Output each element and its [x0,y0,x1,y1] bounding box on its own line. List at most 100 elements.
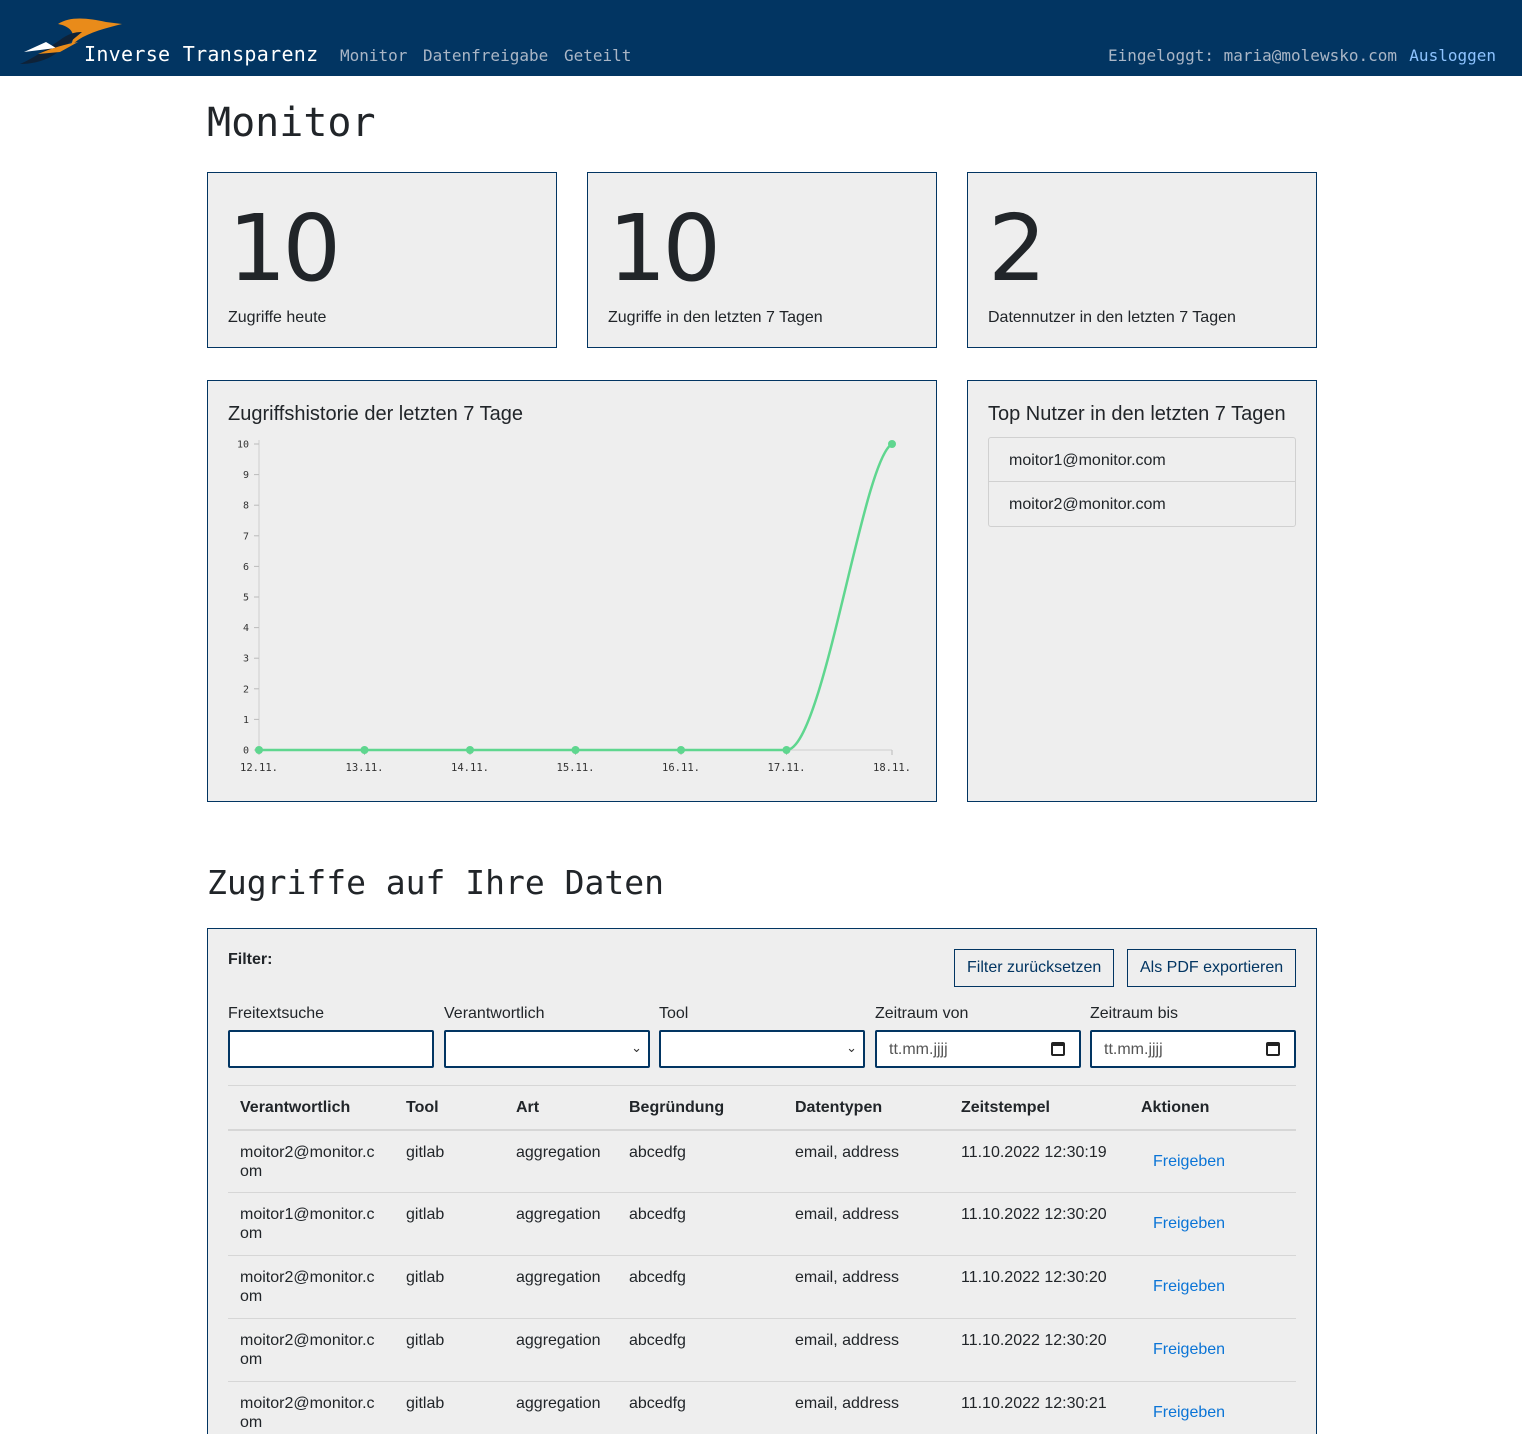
nav-monitor[interactable]: Monitor [340,46,407,65]
date-placeholder: tt.mm.jjjj [1104,1041,1163,1058]
series-line [259,442,893,752]
column-header[interactable]: Datentypen [783,1085,949,1131]
navbar: Inverse Transparenz Monitor Datenfreigab… [0,0,1522,76]
x-tick-label: 17.11. [768,762,806,774]
cell-datentypen: email, address [783,1129,949,1193]
data-point [255,746,263,754]
nav-datenfreigabe[interactable]: Datenfreigabe [423,46,548,65]
list-item[interactable]: moitor2@monitor.com [989,482,1295,526]
column-header[interactable]: Verantwortlich [228,1085,394,1131]
stat-label: Zugriffe heute [228,309,327,326]
y-tick-label: 2 [243,684,249,695]
cell-art: aggregation [504,1192,617,1256]
section-title: Zugriffe auf Ihre Daten [207,863,664,902]
freigeben-link[interactable]: Freigeben [1153,1153,1225,1170]
filter-label: Filter: [228,951,273,968]
freigeben-link[interactable]: Freigeben [1153,1341,1225,1358]
list-item[interactable]: moitor1@monitor.com [989,438,1295,482]
column-header[interactable]: Begründung [617,1085,783,1131]
cell-verantwortlich: moitor2@monitor.com [228,1129,394,1193]
access-table-card: Filter: Filter zurücksetzen Als PDF expo… [207,928,1317,1434]
cell-aktionen: Freigeben [1129,1318,1296,1382]
freigeben-link[interactable]: Freigeben [1153,1215,1225,1232]
calendar-icon[interactable] [1266,1042,1280,1056]
tool-label: Tool [659,1005,689,1022]
stat-card-today: 10 Zugriffe heute [207,172,557,348]
cell-aktionen: Freigeben [1129,1381,1296,1434]
data-point [360,746,369,754]
cell-datentypen: email, address [783,1381,949,1434]
cell-datentypen: email, address [783,1192,949,1256]
cell-verantwortlich: moitor2@monitor.com [228,1255,394,1319]
y-tick-label: 9 [243,470,249,481]
verantwortlich-select[interactable]: ⌄ [444,1030,650,1068]
cell-art: aggregation [504,1255,617,1319]
table-row: moitor2@monitor.com gitlab aggregation a… [228,1129,1296,1193]
x-tick-label: 12.11. [240,762,278,774]
export-pdf-button[interactable]: Als PDF exportieren [1127,949,1297,987]
zeitraum-bis-input[interactable]: tt.mm.jjjj [1090,1030,1296,1068]
data-point [571,746,580,754]
cell-verantwortlich: moitor1@monitor.com [228,1192,394,1256]
brand-name[interactable]: Inverse Transparenz [84,42,318,66]
cell-begruendung: abcedfg [617,1381,783,1434]
y-tick-label: 4 [243,623,249,634]
stat-card-7days: 10 Zugriffe in den letzten 7 Tagen [587,172,937,348]
x-tick-label: 18.11. [873,762,911,774]
cell-datentypen: email, address [783,1318,949,1382]
table-row: moitor1@monitor.com gitlab aggregation a… [228,1192,1296,1256]
column-header[interactable]: Tool [394,1085,504,1131]
calendar-icon[interactable] [1051,1042,1065,1056]
zeitraum-bis-label: Zeitraum bis [1090,1005,1179,1022]
cell-aktionen: Freigeben [1129,1255,1296,1319]
logged-in-user: Eingeloggt: maria@molewsko.com [1108,46,1397,65]
column-header[interactable]: Art [504,1085,617,1131]
y-tick-label: 3 [243,654,249,665]
cell-begruendung: abcedfg [617,1192,783,1256]
stat-value: 2 [988,195,1047,302]
logout-link[interactable]: Ausloggen [1409,46,1496,65]
nav-geteilt[interactable]: Geteilt [564,46,631,65]
zeitraum-von-input[interactable]: tt.mm.jjjj [875,1030,1081,1068]
reset-filter-button[interactable]: Filter zurücksetzen [954,949,1115,987]
history-chart-card: Zugriffshistorie der letzten 7 Tage 0123… [207,380,937,802]
column-header[interactable]: Zeitstempel [949,1085,1129,1131]
cell-aktionen: Freigeben [1129,1192,1296,1256]
cell-tool: gitlab [394,1255,504,1319]
cell-zeitstempel: 11.10.2022 12:30:20 [949,1318,1129,1382]
cell-aktionen: Freigeben [1129,1129,1296,1193]
zeitraum-von-label: Zeitraum von [875,1005,969,1022]
stat-value: 10 [228,195,341,302]
freitext-input[interactable] [228,1030,434,1068]
table-row: moitor2@monitor.com gitlab aggregation a… [228,1318,1296,1382]
cell-tool: gitlab [394,1129,504,1193]
chevron-down-icon: ⌄ [631,1040,642,1055]
cell-begruendung: abcedfg [617,1129,783,1193]
date-placeholder: tt.mm.jjjj [889,1041,948,1058]
cell-art: aggregation [504,1129,617,1193]
stat-value: 10 [608,195,721,302]
data-point [782,746,791,754]
tool-select[interactable]: ⌄ [659,1030,865,1068]
freigeben-link[interactable]: Freigeben [1153,1278,1225,1295]
x-tick-label: 14.11. [451,762,489,774]
data-point [466,746,474,754]
cell-tool: gitlab [394,1192,504,1256]
cell-zeitstempel: 11.10.2022 12:30:21 [949,1381,1129,1434]
page-title: Monitor [207,100,376,146]
x-tick-label: 13.11. [346,762,384,774]
freigeben-link[interactable]: Freigeben [1153,1404,1225,1421]
y-tick-label: 0 [243,746,249,757]
y-tick-label: 6 [243,562,249,573]
cell-begruendung: abcedfg [617,1318,783,1382]
stat-card-users: 2 Datennutzer in den letzten 7 Tagen [967,172,1317,348]
column-header: Aktionen [1129,1085,1296,1131]
cell-tool: gitlab [394,1381,504,1434]
top-users-list: moitor1@monitor.com moitor2@monitor.com [988,437,1296,527]
data-point [888,440,896,448]
chevron-down-icon: ⌄ [846,1040,857,1055]
cell-zeitstempel: 11.10.2022 12:30:20 [949,1192,1129,1256]
data-point [677,746,685,754]
stat-label: Zugriffe in den letzten 7 Tagen [608,309,823,326]
y-tick-label: 5 [243,593,249,604]
